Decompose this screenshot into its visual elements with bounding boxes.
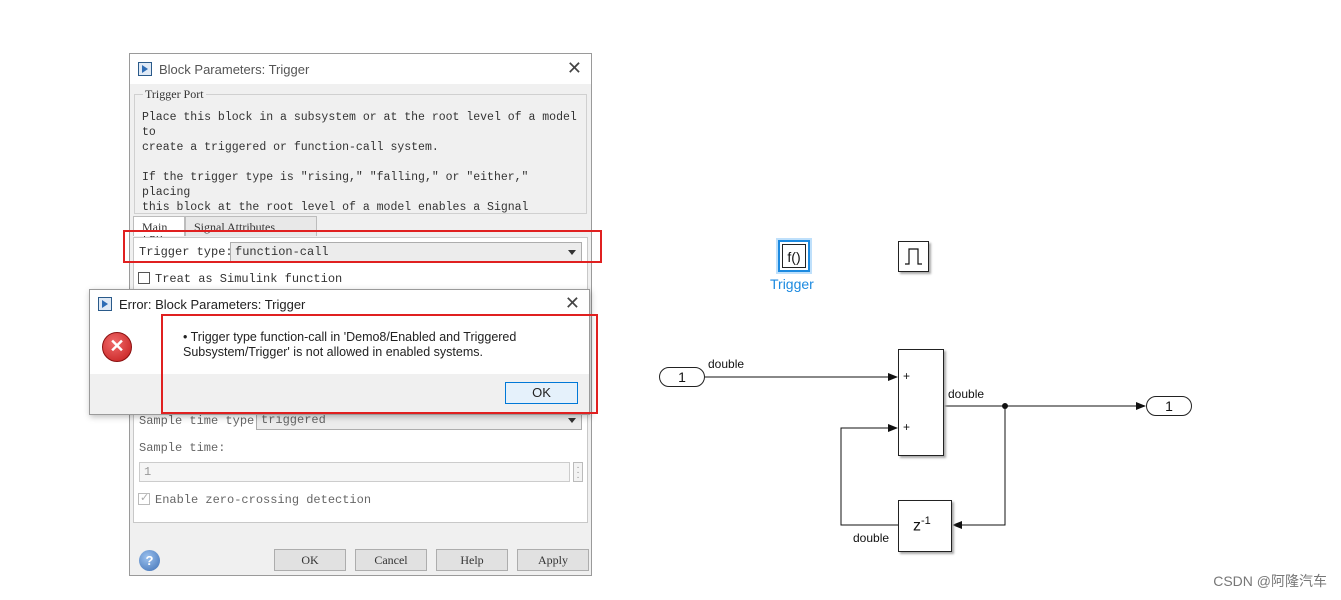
trigger-block[interactable]: f()	[778, 240, 810, 272]
trigger-block-label: Trigger	[770, 276, 814, 292]
feedback-signal-type: double	[853, 531, 890, 545]
error-message-highlight	[161, 314, 598, 414]
inport-1[interactable]: 1	[659, 367, 705, 387]
more-options-icon[interactable]: · · ·	[573, 462, 583, 483]
pulse-icon	[905, 248, 922, 265]
sample-time-type-label: Sample time type:	[139, 414, 262, 428]
simulink-app-icon	[98, 297, 112, 311]
sample-time-field[interactable]: 1	[139, 462, 570, 482]
help-button[interactable]: Help	[436, 549, 508, 571]
treat-as-function-label: Treat as Simulink function	[155, 272, 343, 286]
delay-label: z-1	[913, 515, 931, 535]
apply-button[interactable]: Apply	[517, 549, 589, 571]
delay-output-line	[840, 424, 898, 526]
close-icon[interactable]: ✕	[567, 58, 582, 79]
sample-time-type-value: triggered	[261, 413, 326, 427]
close-icon[interactable]: ✕	[565, 293, 580, 314]
delay-exponent: -1	[921, 515, 931, 527]
dialog-titlebar[interactable]: Block Parameters: Trigger ✕	[130, 54, 591, 84]
error-icon: ✕	[102, 332, 132, 362]
enable-port-block[interactable]	[898, 241, 929, 272]
feedback-line	[952, 406, 1006, 529]
trigger-port-group: Trigger Port Place this block in a subsy…	[134, 87, 587, 244]
unit-delay-block[interactable]: z-1	[898, 500, 952, 552]
help-icon[interactable]: ?	[139, 550, 160, 571]
treat-as-function-checkbox[interactable]	[138, 272, 150, 284]
sum-sign-2: +	[903, 420, 911, 434]
sum-sign-1: +	[903, 369, 911, 383]
delay-base: z	[913, 517, 921, 535]
output-signal-type: double	[948, 387, 985, 401]
group-title: Trigger Port	[143, 87, 206, 102]
function-call-label: f()	[782, 244, 806, 268]
simulink-app-icon	[138, 62, 152, 76]
error-dialog-title: Error: Block Parameters: Trigger	[119, 297, 306, 312]
sample-time-label: Sample time:	[139, 441, 226, 455]
input-signal-type: double	[708, 357, 745, 371]
watermark: CSDN @阿隆汽车	[1213, 573, 1327, 589]
chevron-down-icon	[568, 418, 576, 423]
ok-button[interactable]: OK	[274, 549, 346, 571]
dialog-title: Block Parameters: Trigger	[159, 62, 310, 77]
outport-1[interactable]: 1	[1146, 396, 1192, 416]
zero-crossing-label: Enable zero-crossing detection	[155, 493, 372, 507]
trigger-type-highlight	[123, 230, 602, 263]
cancel-button[interactable]: Cancel	[355, 549, 427, 571]
branch-point	[1002, 403, 1008, 409]
sample-time-value: 1	[144, 465, 152, 479]
zero-crossing-checkbox[interactable]	[138, 491, 150, 505]
sum-block[interactable]: + +	[898, 349, 944, 456]
